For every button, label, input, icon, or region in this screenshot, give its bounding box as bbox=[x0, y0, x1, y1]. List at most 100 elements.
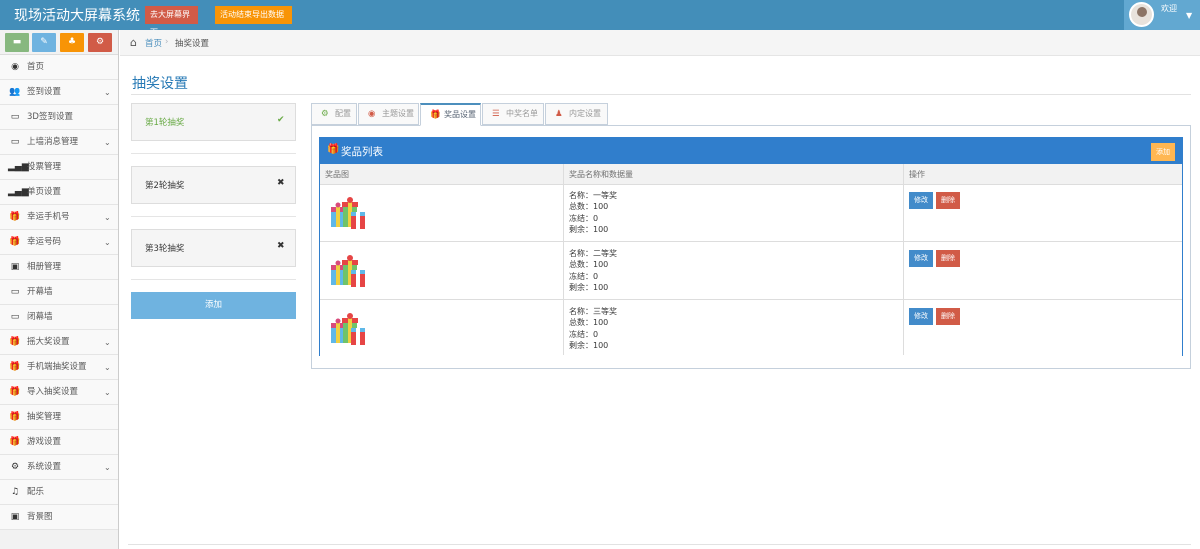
prize-frozen: 冻结：0 bbox=[569, 329, 599, 339]
prize-remaining: 剩余：100 bbox=[569, 282, 609, 292]
edit-prize-button[interactable]: 修改 bbox=[909, 308, 933, 325]
gift-icon: 🎁 bbox=[430, 110, 441, 120]
round-divider bbox=[131, 279, 296, 280]
go-big-screen-button[interactable]: 去大屏幕界面 bbox=[145, 6, 198, 37]
gift-icon: 🎁 bbox=[9, 337, 21, 347]
comment-icon[interactable]: ▬ bbox=[5, 33, 29, 52]
round-item[interactable]: 第2轮抽奖 ✖ bbox=[131, 166, 296, 204]
close-icon[interactable]: ✖ bbox=[277, 241, 285, 251]
sidebar-item[interactable]: 🎁 手机端抽奖设置 ⌄ bbox=[0, 355, 118, 380]
sidebar-item[interactable]: ▭ 3D签到设置 bbox=[0, 105, 118, 130]
export-data-button[interactable]: 活动结束导出数据 bbox=[215, 6, 292, 24]
column-header-image: 奖品图 bbox=[325, 170, 349, 179]
gear-icon: ⚙ bbox=[10, 462, 20, 472]
gift-icon: 🎁 bbox=[9, 362, 21, 372]
chevron-down-icon: ⌄ bbox=[104, 338, 111, 347]
sidebar-item[interactable]: 🎁 幸运手机号 ⌄ bbox=[0, 205, 118, 230]
edit-prize-button[interactable]: 修改 bbox=[909, 192, 933, 209]
breadcrumb-home-link[interactable]: 首页 bbox=[145, 37, 162, 49]
avatar bbox=[1129, 2, 1154, 27]
prize-remaining: 剩余：100 bbox=[569, 224, 609, 234]
picture-icon: ▣ bbox=[10, 262, 20, 272]
chevron-down-icon: ⌄ bbox=[104, 363, 111, 372]
sidebar-item[interactable]: ▂▄▆ 单页设置 bbox=[0, 180, 118, 205]
sidebar-item-label: 闭幕墙 bbox=[27, 312, 53, 322]
sidebar-item[interactable]: ▣ 相册管理 bbox=[0, 255, 118, 280]
sidebar-item[interactable]: 🎁 导入抽奖设置 ⌄ bbox=[0, 380, 118, 405]
edit-prize-button[interactable]: 修改 bbox=[909, 250, 933, 267]
sidebar-item[interactable]: ⚙ 系统设置 ⌄ bbox=[0, 455, 118, 480]
delete-prize-button[interactable]: 删除 bbox=[936, 308, 960, 325]
sidebar-item[interactable]: 🎁 摇大奖设置 ⌄ bbox=[0, 330, 118, 355]
prize-gift-image bbox=[329, 253, 367, 291]
check-icon[interactable]: ✔ bbox=[277, 115, 285, 125]
gift-icon: 🎁 bbox=[9, 412, 21, 422]
users-icon[interactable]: ♣ bbox=[60, 33, 84, 52]
breadcrumb: ⌂ 首页 › 抽奖设置 bbox=[120, 30, 1200, 56]
prize-info: 名称：二等奖 总数：100 冻结：0 剩余：100 bbox=[569, 248, 617, 293]
breadcrumb-current: 抽奖设置 bbox=[175, 39, 210, 49]
sidebar-shortcuts: ▬ ✎ ♣ ⚙ bbox=[0, 30, 118, 55]
tab[interactable]: ◉ 主题设置 bbox=[358, 103, 419, 125]
sidebar-item-label: 投票管理 bbox=[27, 162, 62, 172]
sidebar-item[interactable]: 🎁 抽奖管理 bbox=[0, 405, 118, 430]
add-round-button[interactable]: 添加 bbox=[131, 292, 296, 319]
round-divider bbox=[131, 153, 296, 154]
tab[interactable]: 🎁 奖品设置 bbox=[420, 103, 481, 126]
user-icon: ♟ bbox=[555, 109, 563, 119]
signal-icon: ▂▄▆ bbox=[8, 187, 29, 197]
top-navbar: 现场活动大屏幕系统 去大屏幕界面 活动结束导出数据 欢迎 ▼ bbox=[0, 0, 1200, 37]
desktop-icon: ▭ bbox=[10, 312, 20, 322]
tab[interactable]: ⚙ 配置 bbox=[311, 103, 357, 125]
sidebar-item-label: 导入抽奖设置 bbox=[27, 387, 79, 397]
sidebar-item-label: 手机端抽奖设置 bbox=[27, 362, 87, 372]
prize-frozen: 冻结：0 bbox=[569, 213, 599, 223]
pencil-icon[interactable]: ✎ bbox=[32, 33, 56, 52]
sidebar-item[interactable]: ♫ 配乐 bbox=[0, 480, 118, 505]
sidebar-item-label: 3D签到设置 bbox=[27, 112, 73, 122]
desktop-icon: ▭ bbox=[10, 287, 20, 297]
sidebar-item-label: 摇大奖设置 bbox=[27, 337, 70, 347]
tab[interactable]: ☰ 中奖名单 bbox=[482, 103, 544, 125]
prize-name: 名称：三等奖 bbox=[569, 307, 617, 316]
gift-icon: 🎁 bbox=[9, 237, 21, 247]
chevron-down-icon: ⌄ bbox=[104, 138, 111, 147]
sidebar-item-label: 系统设置 bbox=[27, 462, 62, 472]
sidebar-item[interactable]: ▭ 闭幕墙 bbox=[0, 305, 118, 330]
round-item[interactable]: 第1轮抽奖 ✔ bbox=[131, 103, 296, 141]
sidebar-item[interactable]: 👥 签到设置 ⌄ bbox=[0, 80, 118, 105]
prize-gift-image bbox=[329, 195, 367, 233]
tab-label: 主题设置 bbox=[382, 109, 414, 118]
sidebar-item[interactable]: ▂▄▆ 投票管理 bbox=[0, 155, 118, 180]
tab[interactable]: ♟ 内定设置 bbox=[545, 103, 608, 125]
dashboard-icon: ◉ bbox=[11, 62, 19, 72]
sidebar-item[interactable]: 🎁 游戏设置 bbox=[0, 430, 118, 455]
page-title: 抽奖设置 bbox=[132, 76, 188, 92]
cogs-icon[interactable]: ⚙ bbox=[88, 33, 112, 52]
round-item[interactable]: 第3轮抽奖 ✖ bbox=[131, 229, 296, 267]
footer-divider bbox=[128, 544, 1191, 545]
desktop-icon: ▭ bbox=[10, 112, 20, 122]
tab-label: 奖品设置 bbox=[444, 110, 476, 119]
breadcrumb-separator: › bbox=[165, 37, 169, 47]
chevron-down-icon: ⌄ bbox=[104, 238, 111, 247]
sidebar-item-label: 相册管理 bbox=[27, 262, 62, 272]
user-menu[interactable]: 欢迎 ▼ bbox=[1124, 0, 1200, 30]
sidebar-item-label: 幸运手机号 bbox=[27, 212, 70, 222]
sidebar-item[interactable]: 🎁 幸运号码 ⌄ bbox=[0, 230, 118, 255]
prize-name: 名称：一等奖 bbox=[569, 191, 617, 200]
sidebar-item[interactable]: ▣ 背景图 bbox=[0, 505, 118, 530]
gift-icon: 🎁 bbox=[9, 437, 21, 447]
close-icon[interactable]: ✖ bbox=[277, 178, 285, 188]
sidebar-item[interactable]: ▭ 开幕墙 bbox=[0, 280, 118, 305]
dashboard-icon: ◉ bbox=[368, 109, 376, 119]
table-row: 名称：一等奖 总数：100 冻结：0 剩余：100 修改 删除 bbox=[320, 185, 1182, 242]
add-prize-button[interactable]: 添加 bbox=[1151, 143, 1175, 161]
sidebar-item[interactable]: ▭ 上墙消息管理 ⌄ bbox=[0, 130, 118, 155]
widget-header: 🎁 奖品列表 添加 bbox=[320, 138, 1182, 164]
round-label: 第1轮抽奖 bbox=[145, 118, 185, 128]
delete-prize-button[interactable]: 删除 bbox=[936, 250, 960, 267]
round-label: 第3轮抽奖 bbox=[145, 244, 185, 254]
delete-prize-button[interactable]: 删除 bbox=[936, 192, 960, 209]
sidebar-item[interactable]: ◉ 首页 bbox=[0, 55, 118, 80]
